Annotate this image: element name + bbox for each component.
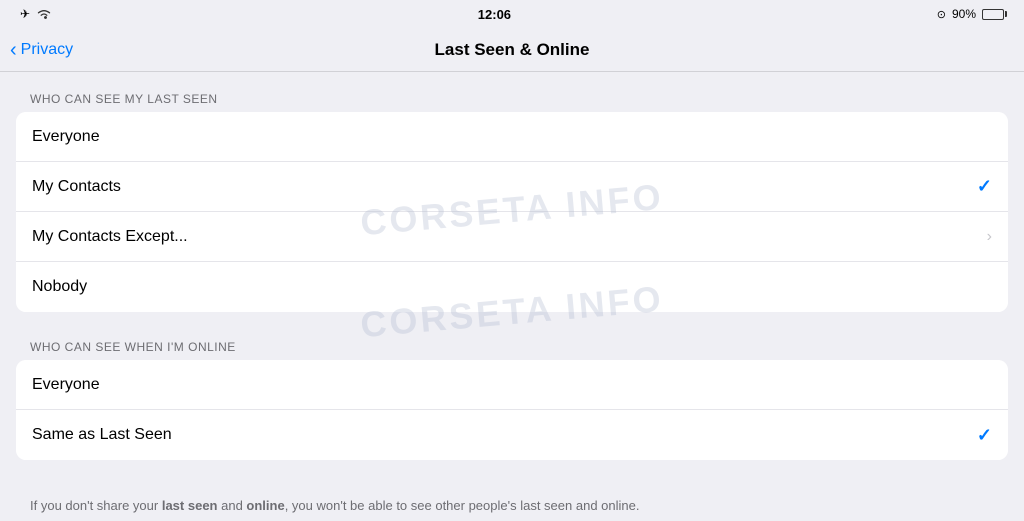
list-item[interactable]: Everyone — [16, 360, 1008, 410]
list-item[interactable]: Nobody — [16, 262, 1008, 312]
location-icon: ⊙ — [937, 8, 946, 21]
item-label-everyone-online: Everyone — [32, 376, 100, 394]
back-button[interactable]: ‹ Privacy — [10, 40, 73, 60]
battery-percent: 90% — [952, 7, 976, 21]
section-label-last-seen: WHO CAN SEE MY LAST SEEN — [0, 92, 1024, 112]
status-left: ✈ — [20, 7, 52, 21]
list-group-online: Everyone Same as Last Seen ✓ — [16, 360, 1008, 460]
back-label: Privacy — [21, 41, 73, 59]
content-area: WHO CAN SEE MY LAST SEEN Everyone My Con… — [0, 72, 1024, 521]
nav-bar: ‹ Privacy Last Seen & Online — [0, 28, 1024, 72]
wifi-icon — [36, 8, 52, 20]
page-title: Last Seen & Online — [435, 40, 590, 60]
time-display: 12:06 — [478, 7, 511, 22]
list-item[interactable]: Everyone — [16, 112, 1008, 162]
section-last-seen: WHO CAN SEE MY LAST SEEN Everyone My Con… — [0, 92, 1024, 312]
item-label-my-contacts-except: My Contacts Except... — [32, 228, 188, 246]
list-item[interactable]: Same as Last Seen ✓ — [16, 410, 1008, 460]
item-label-my-contacts: My Contacts — [32, 178, 121, 196]
section-label-online: WHO CAN SEE WHEN I'M ONLINE — [0, 340, 1024, 360]
item-label-same-as-last-seen: Same as Last Seen — [32, 426, 172, 444]
checkmark-icon: ✓ — [977, 176, 992, 197]
battery-icon — [982, 9, 1004, 20]
item-label-everyone: Everyone — [32, 128, 100, 146]
airplane-icon: ✈ — [20, 7, 30, 21]
status-right: ⊙ 90% — [937, 7, 1004, 21]
checkmark-online-icon: ✓ — [977, 425, 992, 446]
list-group-last-seen: Everyone My Contacts ✓ My Contacts Excep… — [16, 112, 1008, 312]
chevron-right-icon: › — [987, 228, 992, 246]
screen: ✈ 12:06 ⊙ 90% ‹ Privacy Last Seen & Onli… — [0, 0, 1024, 521]
item-label-nobody: Nobody — [32, 278, 87, 296]
back-chevron-icon: ‹ — [10, 40, 17, 60]
list-item[interactable]: My Contacts Except... › — [16, 212, 1008, 262]
section-online: WHO CAN SEE WHEN I'M ONLINE Everyone Sam… — [0, 340, 1024, 460]
status-bar: ✈ 12:06 ⊙ 90% — [0, 0, 1024, 28]
footer-note: If you don't share your last seen and on… — [0, 488, 1024, 521]
list-item[interactable]: My Contacts ✓ — [16, 162, 1008, 212]
